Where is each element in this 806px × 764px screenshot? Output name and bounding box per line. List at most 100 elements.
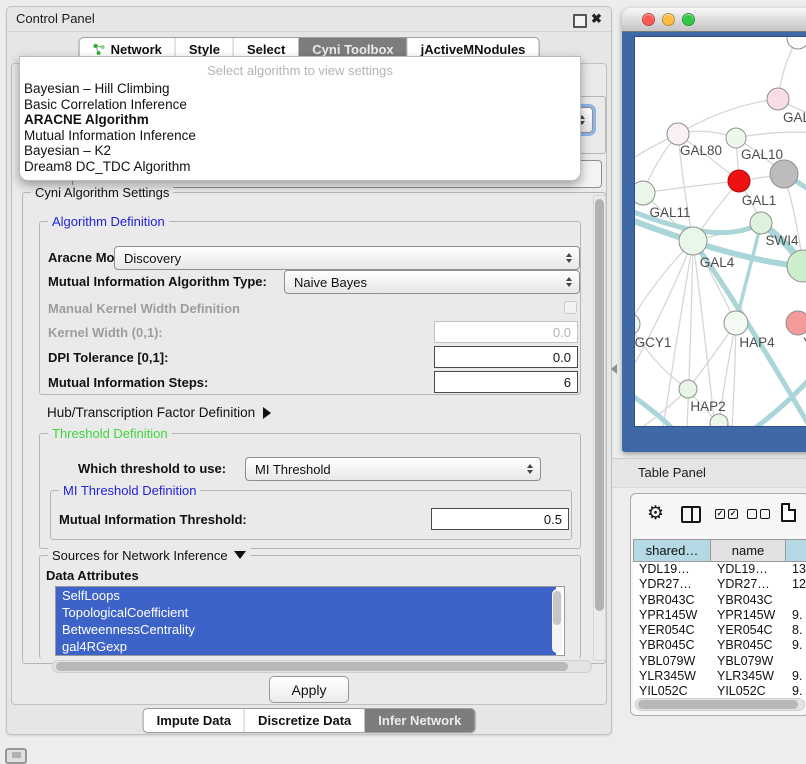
network-edge[interactable] (736, 132, 806, 138)
network-node[interactable] (726, 128, 746, 148)
table-cell: YBR043C (633, 593, 711, 608)
tab-impute-data[interactable]: Impute Data (144, 709, 244, 732)
network-node[interactable] (728, 170, 750, 192)
kernel-width-field[interactable]: 0.0 (434, 321, 578, 343)
data-attributes-list[interactable]: SelfLoopsTopologicalCoefficientBetweenne… (55, 586, 565, 656)
table-row[interactable]: YER054CYER054C8. (633, 623, 806, 638)
column-header[interactable] (786, 539, 806, 562)
sources-group-title[interactable]: Sources for Network Inference (48, 548, 250, 563)
table-row[interactable]: YBR043CYBR043C (633, 593, 806, 608)
network-node[interactable] (787, 37, 806, 49)
network-edge[interactable] (643, 181, 739, 193)
network-node[interactable] (724, 311, 748, 335)
network-node[interactable] (787, 250, 806, 282)
list-vertical-scrollbar[interactable] (552, 589, 562, 653)
network-edge[interactable] (635, 324, 688, 389)
scrollbar-thumb[interactable] (595, 199, 604, 611)
sources-group: Sources for Network Inference Data Attri… (39, 555, 581, 659)
columns-icon[interactable] (681, 506, 701, 523)
mi-threshold-field[interactable]: 0.5 (431, 508, 569, 530)
network-node-label: HAP4 (739, 335, 775, 350)
table-horizontal-scrollbar[interactable] (635, 698, 805, 711)
table-cell: YPR145W (711, 608, 786, 623)
zoom-button[interactable] (682, 13, 695, 26)
scrollbar-thumb[interactable] (56, 662, 568, 671)
network-node[interactable] (679, 227, 707, 255)
combo-spinner-icon (566, 277, 572, 287)
minimize-button[interactable] (662, 13, 675, 26)
manual-kernel-width-checkbox[interactable] (564, 301, 577, 314)
network-node[interactable] (635, 181, 655, 205)
network-node[interactable] (667, 123, 689, 145)
algorithm-option[interactable]: Basic Correlation Inference (20, 97, 580, 113)
algorithm-option[interactable]: Bayesian – K2 (20, 143, 580, 159)
attribute-list-item[interactable]: BetweennessCentrality (56, 621, 556, 638)
column-header[interactable]: shared… (633, 539, 711, 562)
apply-button[interactable]: Apply (269, 676, 349, 703)
aracne-mode-combo[interactable]: Discovery (114, 246, 580, 270)
table-row[interactable]: YPR145WYPR145W9. (633, 608, 806, 623)
mi-algorithm-type-combo[interactable]: Naive Bayes (284, 270, 580, 294)
deselect-all-icon[interactable] (747, 509, 770, 519)
network-window-titlebar[interactable] (622, 8, 806, 32)
attribute-list-item[interactable]: gal4RGexp (56, 638, 556, 655)
table-row[interactable]: YDL19…YDL19…13 (633, 562, 806, 577)
table-row[interactable]: YDR27…YDR27…12 (633, 577, 806, 592)
control-panel: Control Panel ✖ Network Style Select Cyn… (6, 6, 612, 735)
close-button[interactable] (642, 13, 655, 26)
network-node[interactable] (679, 380, 697, 398)
tab-infer-network[interactable]: Infer Network (364, 709, 474, 732)
algorithm-option[interactable]: Bayesian – Hill Climbing (20, 81, 580, 97)
network-node-label: GAL (783, 110, 806, 125)
panel-splitter-handle[interactable] (611, 364, 617, 374)
table-row[interactable]: YBR045CYBR045C9. (633, 638, 806, 653)
table-cell (786, 593, 806, 608)
scrollbar-thumb[interactable] (638, 700, 798, 709)
which-threshold-label: Which threshold to use: (78, 461, 226, 476)
dpi-tolerance-field[interactable]: 0.0 (434, 346, 578, 368)
network-node[interactable] (767, 88, 789, 110)
file-icon[interactable] (781, 503, 796, 522)
algorithm-definition-group: Algorithm Definition Aracne Mode: Discov… (39, 221, 581, 395)
table-cell (786, 654, 806, 669)
control-panel-titlebar: Control Panel ✖ (7, 7, 611, 32)
which-threshold-value: MI Threshold (255, 462, 331, 477)
which-threshold-combo[interactable]: MI Threshold (245, 457, 541, 481)
gear-icon[interactable]: ⚙ (647, 503, 664, 525)
network-icon (93, 43, 106, 56)
algorithm-option[interactable]: ARACNE Algorithm (20, 112, 580, 128)
mi-steps-field[interactable]: 6 (434, 371, 578, 393)
network-edge[interactable] (736, 223, 761, 323)
table-cell: YDL19… (711, 562, 786, 577)
algorithm-option[interactable]: Mutual Information Inference (20, 128, 580, 144)
network-edge[interactable] (740, 367, 806, 427)
table-row[interactable]: YBL079WYBL079W (633, 654, 806, 669)
select-all-icon[interactable]: ✓✓ (715, 509, 738, 519)
network-canvas[interactable]: GALGAL80GAL10GAL1GAL11SWI4GAL4GCY1HAP4YH… (634, 36, 806, 427)
hub-definition-toggle[interactable]: Hub/Transcription Factor Definition (47, 405, 271, 420)
network-node[interactable] (770, 160, 798, 188)
network-edge[interactable] (635, 241, 693, 324)
table-panel: ⚙ ✓✓ shared…name YDL19…YDL19…13YDR27…YDR… (630, 493, 806, 716)
table-cell: YLR345W (711, 669, 786, 684)
settings-vertical-scrollbar[interactable] (593, 195, 606, 661)
float-panel-icon[interactable] (573, 14, 587, 28)
scrollbar-thumb[interactable] (553, 591, 561, 625)
network-node[interactable] (635, 313, 640, 335)
network-node[interactable] (710, 414, 728, 427)
network-node[interactable] (786, 311, 806, 335)
kernel-width-label: Kernel Width (0,1): (48, 325, 163, 340)
close-panel-icon[interactable]: ✖ (591, 10, 602, 28)
network-node[interactable] (750, 212, 772, 234)
bottom-tabbar: Impute Data Discretize Data Infer Networ… (143, 708, 476, 733)
attribute-list-item[interactable]: SelfLoops (56, 587, 556, 604)
table-row[interactable]: YLR345WYLR345W9. (633, 669, 806, 684)
attribute-list-item[interactable]: TopologicalCoefficient (56, 604, 556, 621)
network-edge[interactable] (678, 99, 778, 134)
column-header[interactable]: name (711, 539, 786, 562)
tab-discretize-data[interactable]: Discretize Data (244, 709, 364, 732)
table-cell: YER054C (711, 623, 786, 638)
settings-horizontal-scrollbar[interactable] (52, 660, 592, 673)
algorithm-option[interactable]: Dream8 DC_TDC Algorithm (20, 159, 580, 175)
tab-network-label: Network (111, 42, 162, 57)
